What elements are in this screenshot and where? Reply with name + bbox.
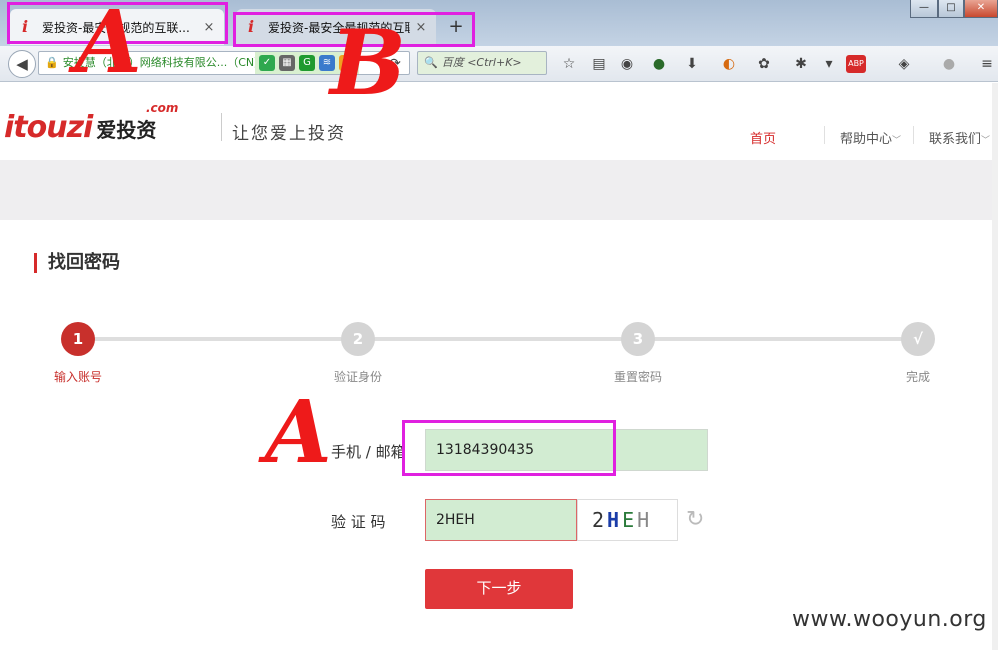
logo-word: itouzi <box>4 110 93 145</box>
highlight-box-account <box>402 420 616 476</box>
step-1-circle: 1 <box>61 322 95 356</box>
scrollbar[interactable] <box>992 83 998 650</box>
step-2-circle: 2 <box>341 322 375 356</box>
menu-icon[interactable]: ≡ <box>978 55 996 73</box>
search-placeholder: 百度 <Ctrl+K> <box>441 56 522 69</box>
step-done-label: 完成 <box>905 370 930 384</box>
lock-icon: 🔒 <box>45 56 59 69</box>
logo-cn: 爱投资 <box>96 118 157 142</box>
back-button[interactable]: ◀ <box>8 50 36 78</box>
g-extension-icon[interactable]: G <box>299 55 315 71</box>
refresh-captcha-icon[interactable]: ↻ <box>686 509 708 531</box>
progress-track <box>90 337 910 341</box>
captcha-char: H <box>607 508 623 532</box>
annotation-letter-b: B <box>330 10 407 116</box>
nav-home[interactable]: 首页 <box>750 128 776 147</box>
page-content: itouzi .com 爱投资 让您爱上投资 首页 帮助中心﹀ 联系我们﹀ 找回… <box>0 83 998 650</box>
step-3-circle: 3 <box>621 322 655 356</box>
nav-contact-label: 联系我们 <box>929 132 982 147</box>
palette-icon[interactable]: ✿ <box>755 55 773 73</box>
addon-green-icon[interactable]: ● <box>650 55 668 73</box>
banner-band <box>0 160 992 220</box>
annotation-letter-a: A <box>75 0 142 93</box>
search-icon: 🔍 <box>424 56 438 69</box>
close-window-button[interactable]: ✕ <box>964 0 998 18</box>
captcha-label: 验 证 码 <box>331 513 386 531</box>
captcha-char: 2 <box>592 508 608 532</box>
account-label: 手机 / 邮箱 <box>331 443 406 461</box>
site-logo[interactable]: itouzi .com 爱投资 <box>4 101 178 145</box>
chevron-down-icon: ﹀ <box>892 136 902 146</box>
minimize-button[interactable]: — <box>910 0 938 18</box>
adblock-icon[interactable]: ABP <box>846 55 866 73</box>
download-icon[interactable]: ⬇ <box>683 55 701 73</box>
captcha-char: H <box>637 508 653 532</box>
captcha-image[interactable]: 2HEH <box>577 499 678 541</box>
chevron-down-icon: ﹀ <box>981 136 991 146</box>
step-3-label: 重置密码 <box>613 370 662 384</box>
nav-contact[interactable]: 联系我们﹀ <box>929 128 990 147</box>
nav-divider <box>913 126 914 144</box>
divider <box>221 113 222 141</box>
bookmark-star-icon[interactable]: ☆ <box>560 55 578 73</box>
bug-icon[interactable]: ✱ <box>792 55 810 73</box>
next-step-button[interactable]: 下一步 <box>425 569 573 609</box>
nav-help[interactable]: 帮助中心﹀ <box>840 128 901 147</box>
qrcode-icon[interactable]: ▦ <box>279 55 295 71</box>
step-1-label: 输入账号 <box>53 370 102 384</box>
addon-proxy-icon[interactable]: ◈ <box>895 55 913 73</box>
shield-icon[interactable]: ✓ <box>259 55 275 71</box>
captcha-char: E <box>622 508 638 532</box>
nav-divider <box>824 126 825 144</box>
nav-help-label: 帮助中心 <box>840 132 893 147</box>
watermark: www.wooyun.org <box>792 607 987 632</box>
page-title: 找回密码 <box>34 253 120 273</box>
addon-gray-icon[interactable]: ● <box>940 55 958 73</box>
reading-list-icon[interactable]: ▤ <box>590 55 608 73</box>
site-header: itouzi .com 爱投资 让您爱上投资 首页 帮助中心﹀ 联系我们﹀ <box>0 83 992 160</box>
addon-globe-icon[interactable]: ◉ <box>618 55 636 73</box>
maximize-button[interactable]: □ <box>938 0 964 18</box>
browser-navbar: ◀ 🔒 安投慧（北京）网络科技有限公...（CN） ✓ ▦ G ≋ ☰ ⟳ 🔍 百度… <box>0 46 998 82</box>
back-arrow-icon: ◀ <box>16 55 28 73</box>
site-slogan: 让您爱上投资 <box>232 124 346 144</box>
step-done-circle: √ <box>901 322 935 356</box>
firebug-icon[interactable]: ◐ <box>720 55 738 73</box>
search-input[interactable]: 🔍 百度 <Ctrl+K> <box>417 51 547 75</box>
annotation-letter-a-field: A <box>265 382 332 483</box>
dropdown-arrow-icon[interactable]: ▾ <box>820 55 838 73</box>
logo-dotcom: .com <box>146 101 179 115</box>
captcha-input[interactable] <box>425 499 577 541</box>
site-identity[interactable]: 🔒 安投慧（北京）网络科技有限公...（CN） <box>39 52 271 74</box>
